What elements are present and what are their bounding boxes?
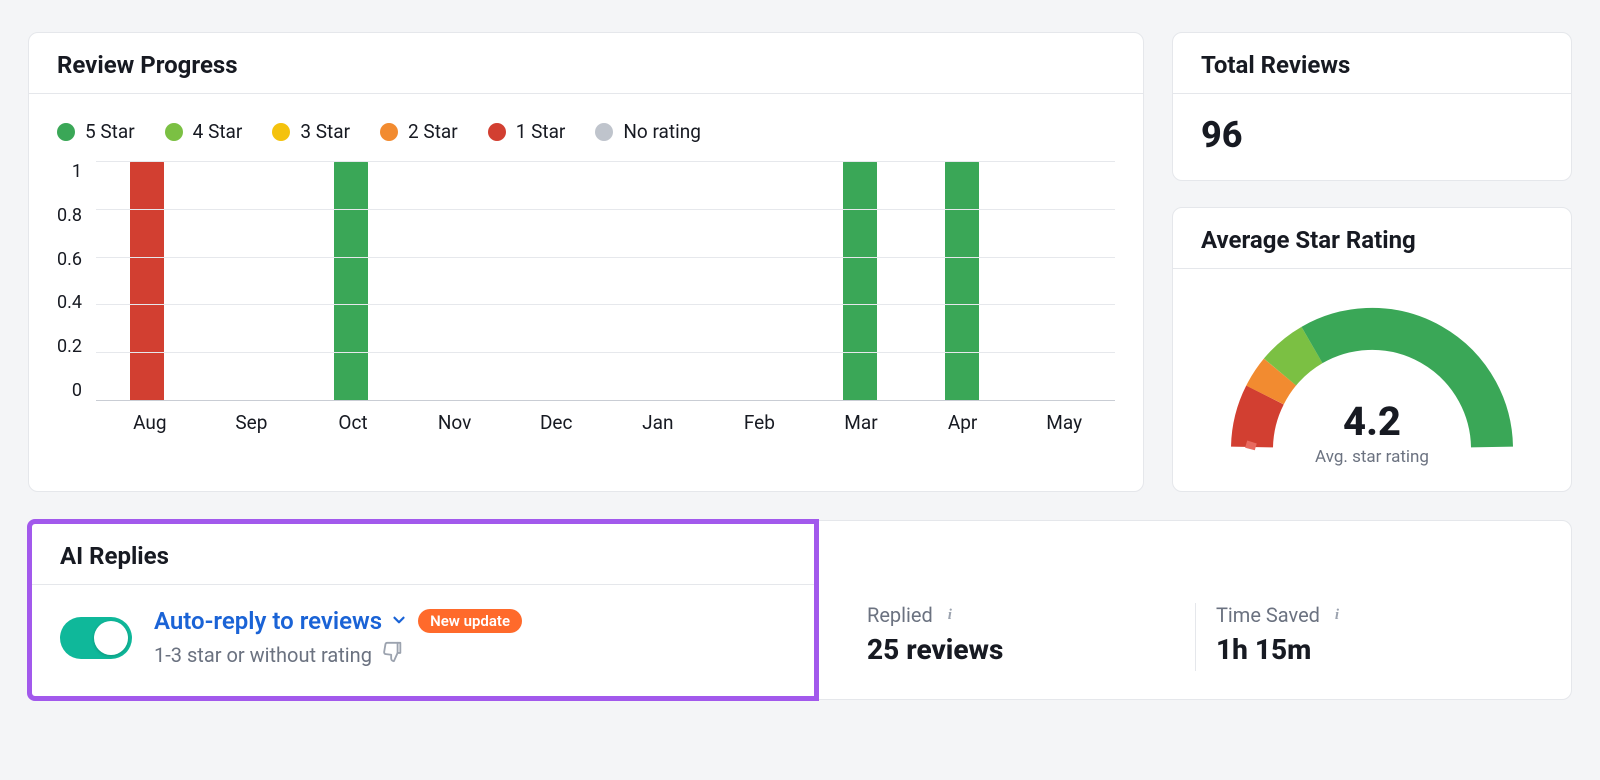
y-tick: 0 (72, 380, 82, 401)
legend-swatch (57, 123, 75, 141)
avg-rating-title: Average Star Rating (1201, 226, 1543, 254)
ai-replies-highlight: AI Replies Auto-reply to reviews (27, 519, 819, 701)
legend-item[interactable]: 5 Star (57, 120, 135, 143)
avg-rating-gauge: 4.2 Avg. star rating (1222, 297, 1522, 467)
card-header: Review Progress (29, 33, 1143, 94)
time-saved-label: Time Saved (1216, 603, 1320, 627)
auto-reply-link[interactable]: Auto-reply to reviews (154, 607, 408, 635)
chevron-down-icon (390, 607, 408, 635)
review-progress-chart: 1 0.8 0.6 0.4 0.2 0 (57, 161, 1115, 401)
bar[interactable] (843, 161, 877, 400)
bar-slot (1013, 161, 1115, 400)
bar-slot (809, 161, 911, 400)
x-tick: Jan (607, 411, 709, 434)
x-axis: AugSepOctNovDecJanFebMarAprMay (99, 401, 1115, 434)
x-tick: Aug (99, 411, 201, 434)
ai-replies-stats: Replied i 25 reviews Time Saved i 1h 15m (819, 569, 1571, 699)
x-tick: Sep (201, 411, 303, 434)
x-tick: Nov (404, 411, 506, 434)
legend-swatch (380, 123, 398, 141)
review-progress-card: Review Progress 5 Star 4 Star 3 Star 2 Star… (28, 32, 1144, 492)
legend-label: 4 Star (193, 120, 243, 143)
legend-swatch (488, 123, 506, 141)
review-progress-title: Review Progress (57, 51, 1115, 79)
y-tick: 0.8 (57, 205, 82, 226)
info-icon[interactable]: i (1328, 606, 1346, 624)
thumbs-down-icon (382, 641, 404, 668)
bar[interactable] (130, 161, 164, 400)
bar-slot (198, 161, 300, 400)
total-reviews-card: Total Reviews 96 (1172, 32, 1572, 181)
legend-item[interactable]: 4 Star (165, 120, 243, 143)
avg-rating-card: Average Star Rating (1172, 207, 1572, 492)
bar-slot (707, 161, 809, 400)
replied-label: Replied (867, 603, 933, 627)
bar-slot (911, 161, 1013, 400)
bar[interactable] (945, 161, 979, 400)
legend-label: No rating (623, 120, 701, 143)
legend-label: 2 Star (408, 120, 458, 143)
y-tick: 0.4 (57, 292, 82, 313)
y-tick: 0.6 (57, 249, 82, 270)
x-tick: Oct (302, 411, 404, 434)
auto-reply-toggle[interactable] (60, 617, 132, 659)
auto-reply-sub: 1-3 star or without rating (154, 643, 372, 667)
total-reviews-title: Total Reviews (1201, 51, 1543, 79)
auto-reply-label: Auto-reply to reviews (154, 607, 382, 635)
bar-slot (504, 161, 606, 400)
legend-swatch (165, 123, 183, 141)
bar-slot (402, 161, 504, 400)
time-saved-value: 1h 15m (1216, 633, 1523, 666)
legend-item[interactable]: 3 Star (272, 120, 350, 143)
x-tick: Feb (709, 411, 811, 434)
legend-swatch (272, 123, 290, 141)
avg-rating-value: 4.2 (1222, 398, 1522, 445)
avg-rating-sub: Avg. star rating (1222, 447, 1522, 467)
bar[interactable] (334, 161, 368, 400)
x-tick: May (1013, 411, 1115, 434)
plot-area (96, 161, 1115, 401)
legend-item[interactable]: No rating (595, 120, 701, 143)
ai-replies-card: AI Replies Auto-reply to reviews (28, 520, 1572, 700)
x-tick: Dec (505, 411, 607, 434)
legend: 5 Star 4 Star 3 Star 2 Star 1 Star No rating (57, 114, 1115, 161)
bar-slot (300, 161, 402, 400)
y-tick: 1 (72, 161, 82, 182)
legend-swatch (595, 123, 613, 141)
new-update-badge: New update (418, 609, 522, 633)
legend-item[interactable]: 2 Star (380, 120, 458, 143)
replied-value: 25 reviews (867, 633, 1175, 666)
x-tick: Mar (810, 411, 912, 434)
total-reviews-value: 96 (1201, 114, 1543, 156)
legend-item[interactable]: 1 Star (488, 120, 566, 143)
info-icon[interactable]: i (941, 606, 959, 624)
ai-replies-title: AI Replies (60, 542, 786, 570)
y-tick: 0.2 (57, 336, 82, 357)
y-axis: 1 0.8 0.6 0.4 0.2 0 (57, 161, 96, 401)
legend-label: 5 Star (85, 120, 135, 143)
legend-label: 1 Star (516, 120, 566, 143)
bar-slot (96, 161, 198, 400)
x-tick: Apr (912, 411, 1014, 434)
bar-slot (605, 161, 707, 400)
legend-label: 3 Star (300, 120, 350, 143)
